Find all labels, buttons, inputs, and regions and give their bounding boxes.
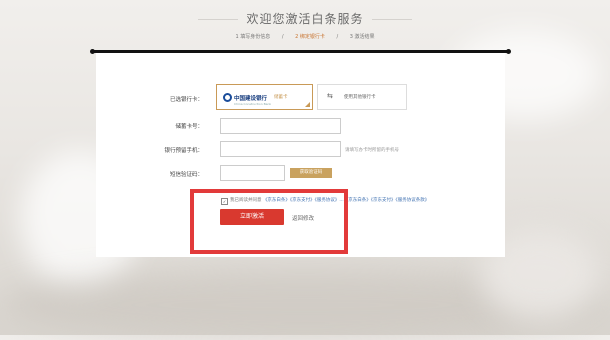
step-2-active: 2 绑定银行卡	[295, 34, 325, 40]
step-separator: /	[336, 34, 339, 40]
other-card-text: 使用其他银行卡	[344, 95, 376, 100]
get-sms-code-button[interactable]: 获取验证码	[290, 168, 332, 178]
top-border-dot	[506, 49, 511, 54]
highlight-box	[190, 189, 348, 254]
step-indicator: 1 填写身份信息 / 2 绑定银行卡 / 3 激活结果	[0, 33, 610, 40]
card-number-input[interactable]	[220, 118, 341, 134]
card-number-label: 储蓄卡号：	[175, 124, 203, 130]
step-3: 3 激活结果	[349, 34, 375, 40]
phone-label: 银行预留手机：	[164, 148, 203, 154]
bank-english-name: China Construction Bank	[234, 102, 272, 106]
selected-corner-icon	[305, 102, 310, 107]
other-card-button[interactable]: ⇆ 使用其他银行卡	[317, 84, 407, 110]
title-divider-right	[372, 19, 412, 20]
phone-hint: 请填写办卡时所留的手机号	[345, 148, 399, 153]
phone-input[interactable]	[220, 141, 341, 157]
sms-label: 短信验证码：	[169, 172, 203, 178]
selected-card-label: 已选银行卡：	[169, 97, 203, 103]
card-type: 储蓄卡	[274, 95, 288, 100]
selected-bank-card[interactable]: 中国建设银行 China Construction Bank 储蓄卡	[216, 84, 313, 110]
swap-icon: ⇆	[327, 92, 333, 100]
top-border-dot	[90, 49, 95, 54]
step-1: 1 填写身份信息	[235, 34, 271, 40]
sms-code-input[interactable]	[220, 165, 285, 181]
ccb-logo-icon	[223, 93, 232, 102]
bank-name: 中国建设银行	[234, 96, 268, 102]
step-separator: /	[281, 34, 284, 40]
page-title: 欢迎您激活白条服务	[246, 12, 364, 26]
